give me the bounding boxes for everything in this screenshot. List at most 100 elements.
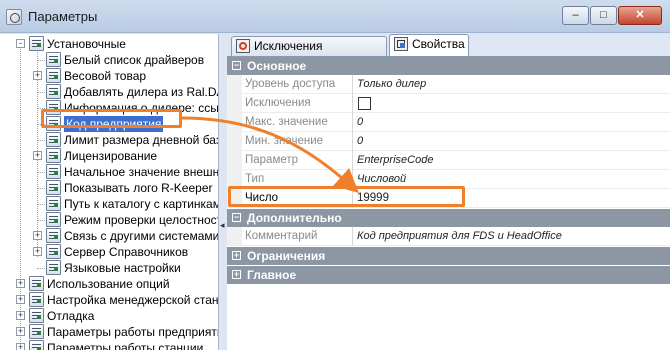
- settings-node-icon: [46, 228, 61, 243]
- row-gutter: [227, 75, 242, 94]
- property-row-access-level[interactable]: Уровень доступа Только дилер: [227, 75, 670, 94]
- property-value[interactable]: Код предприятия для FDS и HeadOffice: [357, 227, 562, 246]
- tree-item[interactable]: Языковые настройки: [0, 260, 218, 276]
- collapse-icon[interactable]: −: [232, 61, 241, 70]
- tree-item[interactable]: Режим проверки целостност: [0, 212, 219, 228]
- tree-item-label: Установочные: [47, 37, 126, 51]
- settings-node-icon: [29, 36, 44, 51]
- tree-item[interactable]: + Параметры работы станции: [0, 340, 218, 350]
- tree-item-label: Связь с другими системами: [64, 229, 219, 243]
- category-general[interactable]: + Главное: [227, 266, 670, 284]
- close-button[interactable]: ✕: [618, 6, 662, 25]
- property-row-exceptions[interactable]: Исключения: [227, 94, 670, 113]
- property-name: Уровень доступа: [245, 75, 353, 94]
- expand-icon[interactable]: +: [16, 279, 25, 288]
- settings-tree[interactable]: - Установочные Белый список драйверов + Весо…: [0, 34, 219, 350]
- tab-strip: Исключения параметров Свойства: [227, 34, 670, 71]
- expand-icon[interactable]: +: [16, 311, 25, 320]
- row-gutter: [227, 151, 242, 170]
- property-value[interactable]: Только дилер: [357, 75, 426, 94]
- minimize-button[interactable]: –: [562, 6, 589, 25]
- property-name: Параметр: [245, 151, 353, 170]
- settings-node-icon: [46, 196, 61, 211]
- tree-item-label: Путь к каталогу с картинкам: [64, 197, 219, 211]
- settings-node-icon: [46, 244, 61, 259]
- tree-item[interactable]: + Использование опций: [0, 276, 218, 292]
- property-name: Исключения: [245, 94, 353, 113]
- tree-item[interactable]: + Лицензирование: [0, 148, 218, 164]
- expand-icon[interactable]: +: [16, 343, 25, 350]
- property-row-max-value[interactable]: Макс. значение 0: [227, 113, 670, 132]
- tree-item[interactable]: - Установочные: [0, 36, 218, 52]
- app-icon: [6, 9, 22, 25]
- tree-item[interactable]: + Связь с другими системами: [0, 228, 219, 244]
- highlight-tree-item: [41, 109, 182, 128]
- tree-item-label: Добавлять дилера из Ral.DAT: [64, 85, 219, 99]
- property-value[interactable]: 0: [357, 113, 363, 132]
- settings-node-icon: [46, 260, 61, 275]
- tree-item-label: Лимит размера дневной базы: [64, 133, 219, 147]
- tab-parameter-exceptions[interactable]: Исключения параметров: [231, 36, 387, 71]
- properties-icon: [394, 37, 408, 51]
- settings-node-icon: [29, 276, 44, 291]
- category-extra[interactable]: − Дополнительно: [227, 209, 670, 227]
- row-gutter: [227, 94, 242, 113]
- expand-icon[interactable]: +: [33, 231, 42, 240]
- tree-item-label: Начальное значение внешне: [64, 165, 219, 179]
- category-label: Дополнительно: [247, 211, 342, 225]
- settings-node-icon: [46, 52, 61, 67]
- tree-item[interactable]: Добавлять дилера из Ral.DAT: [0, 84, 219, 100]
- settings-node-icon: [46, 180, 61, 195]
- tree-item[interactable]: + Отладка: [0, 308, 218, 324]
- property-row-min-value[interactable]: Мин. значение 0: [227, 132, 670, 151]
- window-title: Параметры: [28, 9, 98, 24]
- tree-item[interactable]: + Настройка менеджерской станц: [0, 292, 218, 308]
- row-gutter: [227, 227, 242, 246]
- tree-item[interactable]: Белый список драйверов: [0, 52, 218, 68]
- tree-item-label: Белый список драйверов: [64, 53, 205, 67]
- maximize-button[interactable]: □: [590, 6, 617, 25]
- collapse-icon[interactable]: -: [16, 39, 25, 48]
- exceptions-checkbox[interactable]: [358, 97, 371, 110]
- tree-item-label: Весовой товар: [64, 69, 147, 83]
- title-bar: Параметры – □ ✕: [0, 0, 670, 33]
- settings-node-icon: [46, 148, 61, 163]
- tree-item-label: Показывать лого R-Keeper: [64, 181, 213, 195]
- collapse-icon[interactable]: −: [232, 213, 241, 222]
- tree-item[interactable]: + Весовой товар: [0, 68, 218, 84]
- expand-icon[interactable]: +: [16, 295, 25, 304]
- settings-node-icon: [29, 324, 44, 339]
- tree-item[interactable]: Лимит размера дневной базы: [0, 132, 219, 148]
- tree-item[interactable]: Показывать лого R-Keeper: [0, 180, 218, 196]
- expand-icon[interactable]: +: [33, 151, 42, 160]
- expand-icon[interactable]: +: [33, 247, 42, 256]
- tree-item-label: Режим проверки целостност: [64, 213, 219, 227]
- collapse-arrow-icon[interactable]: ◂: [220, 220, 225, 231]
- panel-splitter[interactable]: ◂: [219, 34, 227, 350]
- tab-properties[interactable]: Свойства: [389, 34, 469, 56]
- property-value[interactable]: EnterpriseCode: [357, 151, 433, 170]
- tree-item-label: Параметры работы станции: [47, 341, 204, 350]
- settings-node-icon: [29, 340, 44, 350]
- tree-item[interactable]: Путь к каталогу с картинкам: [0, 196, 219, 212]
- expand-icon[interactable]: +: [232, 270, 241, 279]
- gear-icon: [236, 39, 250, 53]
- tree-item[interactable]: + Параметры работы предприятия: [0, 324, 218, 340]
- tree-item[interactable]: + Сервер Справочников: [0, 244, 218, 260]
- row-gutter: [227, 132, 242, 151]
- tree-item[interactable]: Начальное значение внешне: [0, 164, 219, 180]
- category-main[interactable]: − Основное: [227, 57, 670, 75]
- property-value[interactable]: 0: [357, 132, 363, 151]
- property-name: Комментарий: [245, 227, 353, 246]
- property-name: Мин. значение: [245, 132, 353, 151]
- settings-node-icon: [29, 308, 44, 323]
- category-label: Ограничения: [247, 249, 326, 263]
- category-limits[interactable]: + Ограничения: [227, 247, 670, 265]
- settings-node-icon: [46, 212, 61, 227]
- expand-icon[interactable]: +: [33, 71, 42, 80]
- property-row-parameter[interactable]: Параметр EnterpriseCode: [227, 151, 670, 170]
- property-row-comment[interactable]: Комментарий Код предприятия для FDS и He…: [227, 227, 670, 246]
- expand-icon[interactable]: +: [16, 327, 25, 336]
- tree-item-label: Отладка: [47, 309, 95, 323]
- expand-icon[interactable]: +: [232, 251, 241, 260]
